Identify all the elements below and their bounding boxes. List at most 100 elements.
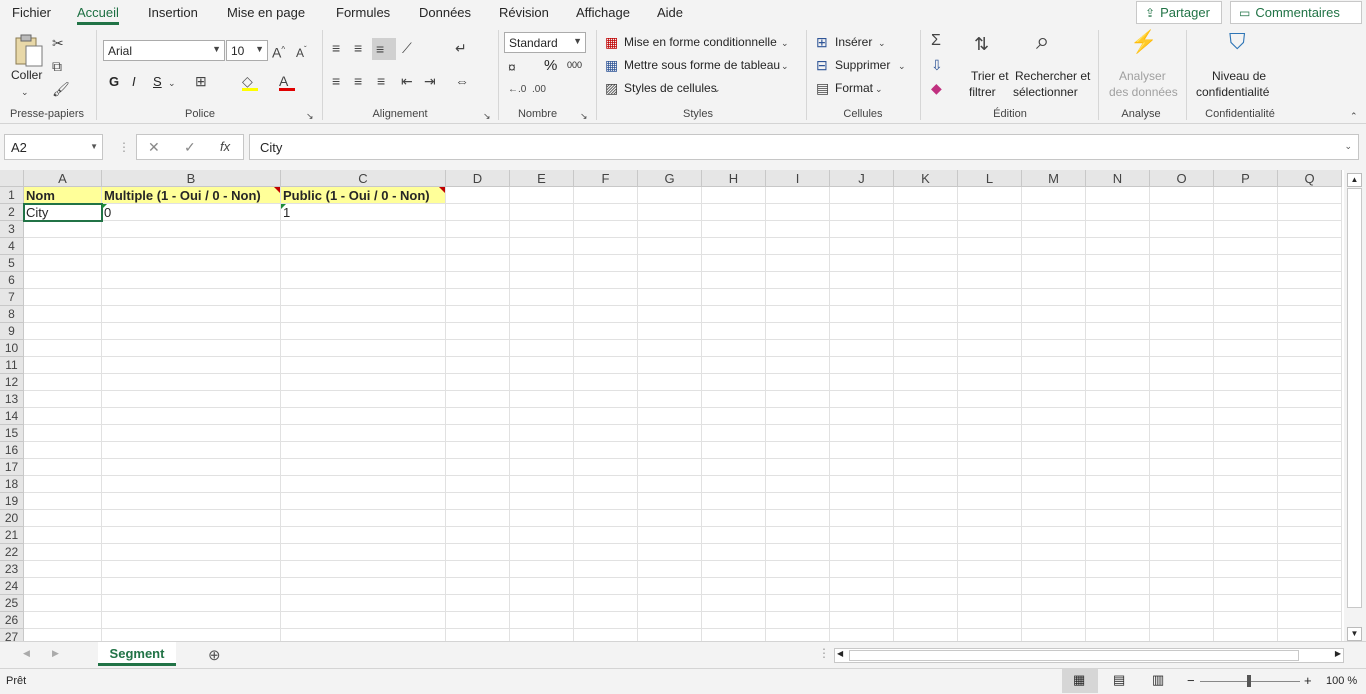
cell-h23[interactable] xyxy=(702,561,766,578)
wrap-text-icon[interactable]: ↵ xyxy=(455,40,467,56)
cell-n23[interactable] xyxy=(1086,561,1150,578)
cell-q2[interactable] xyxy=(1278,204,1342,221)
cell-h16[interactable] xyxy=(702,442,766,459)
cell-f19[interactable] xyxy=(574,493,638,510)
cell-b20[interactable] xyxy=(102,510,281,527)
cell-a26[interactable] xyxy=(24,612,102,629)
cell-d13[interactable] xyxy=(446,391,510,408)
cell-j15[interactable] xyxy=(830,425,894,442)
cell-k9[interactable] xyxy=(894,323,958,340)
fill-color-icon[interactable]: ◇ xyxy=(242,73,253,89)
search-icon[interactable]: ⌕ xyxy=(1036,30,1049,54)
cell-a13[interactable] xyxy=(24,391,102,408)
cell-g1[interactable] xyxy=(638,187,702,204)
cell-l10[interactable] xyxy=(958,340,1022,357)
cell-f7[interactable] xyxy=(574,289,638,306)
cell-a7[interactable] xyxy=(24,289,102,306)
cell-a22[interactable] xyxy=(24,544,102,561)
cell-e23[interactable] xyxy=(510,561,574,578)
cell-d9[interactable] xyxy=(446,323,510,340)
column-header[interactable]: O xyxy=(1150,170,1214,187)
zoom-slider-thumb[interactable] xyxy=(1247,675,1251,687)
cell-p19[interactable] xyxy=(1214,493,1278,510)
cell-b9[interactable] xyxy=(102,323,281,340)
cell-g6[interactable] xyxy=(638,272,702,289)
cell-n16[interactable] xyxy=(1086,442,1150,459)
cell-d1[interactable] xyxy=(446,187,510,204)
horizontal-scrollbar[interactable]: ◀ ▶ xyxy=(834,648,1344,663)
sensitivity-icon[interactable]: ⛉ xyxy=(1229,31,1246,53)
cell-j26[interactable] xyxy=(830,612,894,629)
zoom-level[interactable]: 100 % xyxy=(1326,675,1357,687)
cell-c26[interactable] xyxy=(281,612,446,629)
cell-i9[interactable] xyxy=(766,323,830,340)
cell-j8[interactable] xyxy=(830,306,894,323)
paste-icon[interactable] xyxy=(12,34,44,68)
cell-c19[interactable] xyxy=(281,493,446,510)
cell-q12[interactable] xyxy=(1278,374,1342,391)
row-header[interactable]: 22 xyxy=(0,544,24,561)
cell-l4[interactable] xyxy=(958,238,1022,255)
cell-j19[interactable] xyxy=(830,493,894,510)
cell-q24[interactable] xyxy=(1278,578,1342,595)
row-header[interactable]: 19 xyxy=(0,493,24,510)
cell-q11[interactable] xyxy=(1278,357,1342,374)
cell-i24[interactable] xyxy=(766,578,830,595)
cell-i25[interactable] xyxy=(766,595,830,612)
cell-p1[interactable] xyxy=(1214,187,1278,204)
cell-m3[interactable] xyxy=(1022,221,1086,238)
cell-n6[interactable] xyxy=(1086,272,1150,289)
cell-q26[interactable] xyxy=(1278,612,1342,629)
cell-f1[interactable] xyxy=(574,187,638,204)
cell-f13[interactable] xyxy=(574,391,638,408)
cell-j9[interactable] xyxy=(830,323,894,340)
cell-p21[interactable] xyxy=(1214,527,1278,544)
column-header[interactable]: J xyxy=(830,170,894,187)
cell-l18[interactable] xyxy=(958,476,1022,493)
cell-o15[interactable] xyxy=(1150,425,1214,442)
cell-g14[interactable] xyxy=(638,408,702,425)
cell-l14[interactable] xyxy=(958,408,1022,425)
select-all-corner[interactable] xyxy=(0,170,24,187)
cell-k4[interactable] xyxy=(894,238,958,255)
cell-b7[interactable] xyxy=(102,289,281,306)
cell-l7[interactable] xyxy=(958,289,1022,306)
row-header[interactable]: 20 xyxy=(0,510,24,527)
cell-i26[interactable] xyxy=(766,612,830,629)
cell-b13[interactable] xyxy=(102,391,281,408)
bold-button[interactable]: G xyxy=(109,74,119,89)
cell-j3[interactable] xyxy=(830,221,894,238)
cell-p10[interactable] xyxy=(1214,340,1278,357)
cell-l12[interactable] xyxy=(958,374,1022,391)
paste-button[interactable]: Coller xyxy=(11,68,42,82)
cell-e20[interactable] xyxy=(510,510,574,527)
cell-e19[interactable] xyxy=(510,493,574,510)
cell-m13[interactable] xyxy=(1022,391,1086,408)
cell-e3[interactable] xyxy=(510,221,574,238)
cell-g11[interactable] xyxy=(638,357,702,374)
cell-q10[interactable] xyxy=(1278,340,1342,357)
cell-e26[interactable] xyxy=(510,612,574,629)
cell-p15[interactable] xyxy=(1214,425,1278,442)
row-header[interactable]: 2 xyxy=(0,204,24,221)
cell-a4[interactable] xyxy=(24,238,102,255)
cell-b17[interactable] xyxy=(102,459,281,476)
confirm-icon[interactable]: ✓ xyxy=(184,139,196,156)
cell-f20[interactable] xyxy=(574,510,638,527)
cell-n3[interactable] xyxy=(1086,221,1150,238)
cell-g4[interactable] xyxy=(638,238,702,255)
cell-n11[interactable] xyxy=(1086,357,1150,374)
cell-o16[interactable] xyxy=(1150,442,1214,459)
cell-b14[interactable] xyxy=(102,408,281,425)
dialog-launcher-icon[interactable]: ↘ xyxy=(483,108,491,124)
cell-e24[interactable] xyxy=(510,578,574,595)
borders-icon[interactable]: ⊞ xyxy=(195,73,207,89)
cell-d2[interactable] xyxy=(446,204,510,221)
cell-e22[interactable] xyxy=(510,544,574,561)
page-break-icon[interactable]: ▥ xyxy=(1152,672,1164,688)
cell-m1[interactable] xyxy=(1022,187,1086,204)
cell-o23[interactable] xyxy=(1150,561,1214,578)
cell-n12[interactable] xyxy=(1086,374,1150,391)
cell-a2[interactable]: City xyxy=(24,204,102,221)
cell-h7[interactable] xyxy=(702,289,766,306)
